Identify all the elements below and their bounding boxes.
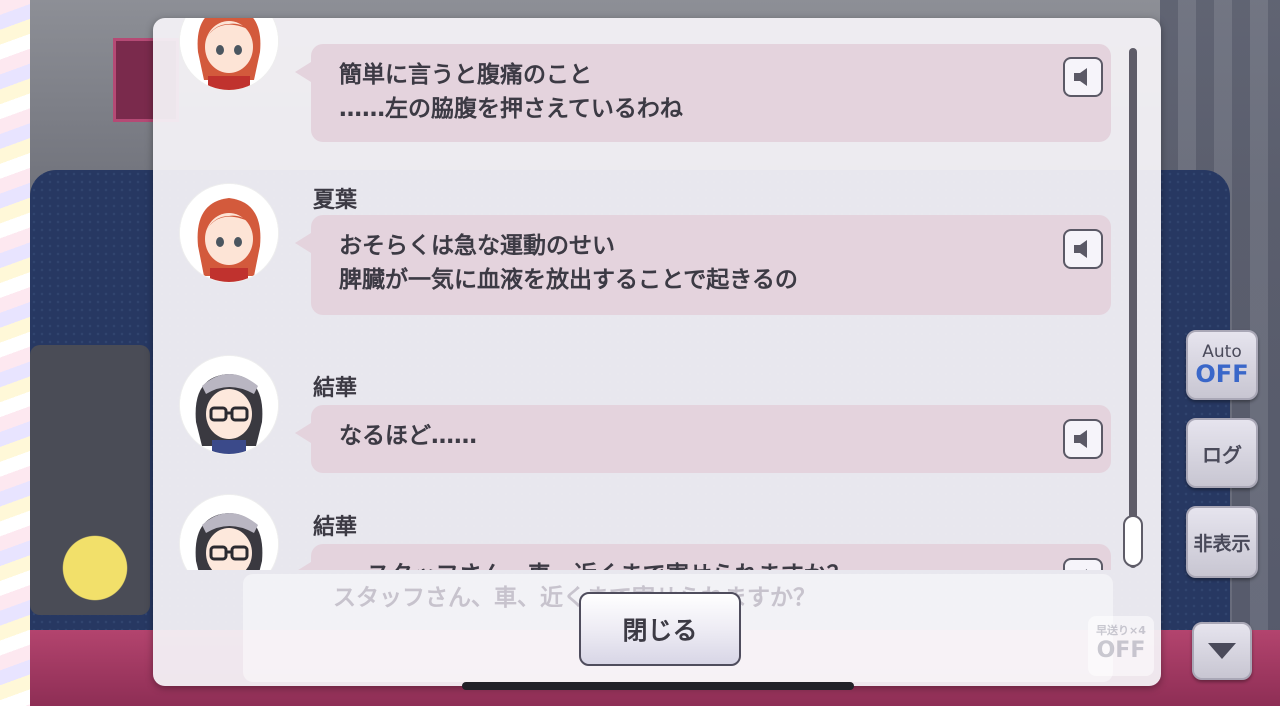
- auto-state: OFF: [1195, 360, 1249, 388]
- voice-replay-button[interactable]: [1063, 229, 1103, 269]
- log-modal: 簡単に言うと腹痛のこと ……左の脇腹を押さえているわね 夏葉 おそらくは急な運動…: [153, 18, 1161, 686]
- glasses-girl-avatar: [180, 356, 278, 454]
- close-button[interactable]: 閉じる: [579, 592, 741, 666]
- speaker-icon: [1074, 240, 1087, 258]
- auto-button[interactable]: Auto OFF: [1186, 330, 1258, 400]
- speaker-name: 夏葉: [313, 188, 358, 213]
- dialogue-line: 簡単に言うと腹痛のこと: [339, 62, 592, 88]
- underlying-dialogue-text: スタッフさん、車、近くまで寄せられますか？: [333, 585, 816, 611]
- dialogue-bubble: 簡単に言うと腹痛のこと ……左の脇腹を押さえているわね: [295, 44, 1111, 142]
- fast-forward-label: 早送り×4: [1096, 624, 1146, 637]
- dialogue-line: ──スタッフさん、車、近くまで寄せられますか？: [339, 558, 1041, 570]
- voice-replay-button[interactable]: [1063, 57, 1103, 97]
- log-label: ログ: [1202, 442, 1242, 467]
- background-character: [40, 520, 150, 640]
- close-label: 閉じる: [622, 616, 698, 645]
- log-list[interactable]: 簡単に言うと腹痛のこと ……左の脇腹を押さえているわね 夏葉 おそらくは急な運動…: [153, 18, 1161, 570]
- background-stripes: [0, 0, 30, 706]
- dialogue-line: おそらくは急な運動のせい: [339, 233, 615, 259]
- dialogue-bubble: なるほど……: [295, 405, 1111, 473]
- orange-haired-girl-avatar: [180, 184, 278, 282]
- auto-label: Auto: [1202, 342, 1242, 362]
- hide-label: 非表示: [1193, 532, 1251, 555]
- log-scrollbar-track[interactable]: [1129, 48, 1137, 568]
- speaker-icon: [1074, 430, 1087, 448]
- dialogue-line: ……左の脇腹を押さえているわね: [339, 96, 683, 122]
- fast-forward-button[interactable]: 早送り×4 OFF: [1088, 616, 1154, 676]
- speaker-name: 結華: [313, 515, 358, 540]
- fast-forward-state: OFF: [1096, 638, 1146, 663]
- hide-ui-button[interactable]: 非表示: [1186, 506, 1258, 578]
- voice-replay-button[interactable]: [1063, 419, 1103, 459]
- speaker-icon: [1085, 569, 1087, 570]
- glasses-girl-avatar: [180, 495, 278, 570]
- dialogue-bubble: おそらくは急な運動のせい 脾臓が一気に血液を放出することで起きるの: [295, 215, 1111, 315]
- log-scrollbar-thumb[interactable]: [1123, 515, 1143, 567]
- log-button[interactable]: ログ: [1186, 418, 1258, 488]
- menu-toggle-button[interactable]: [1192, 622, 1252, 680]
- chevron-down-icon: [1208, 643, 1236, 659]
- dialogue-bubble: ──スタッフさん、車、近くまで寄せられますか？: [295, 544, 1111, 570]
- dialogue-line: 脾臓が一気に血液を放出することで起きるの: [339, 267, 798, 293]
- speaker-name: 結華: [313, 376, 358, 401]
- voice-replay-button[interactable]: [1063, 558, 1103, 570]
- dialogue-line: なるほど……: [339, 423, 477, 449]
- home-indicator[interactable]: [462, 682, 854, 690]
- orange-haired-girl-avatar: [180, 18, 278, 90]
- speaker-icon: [1074, 68, 1087, 86]
